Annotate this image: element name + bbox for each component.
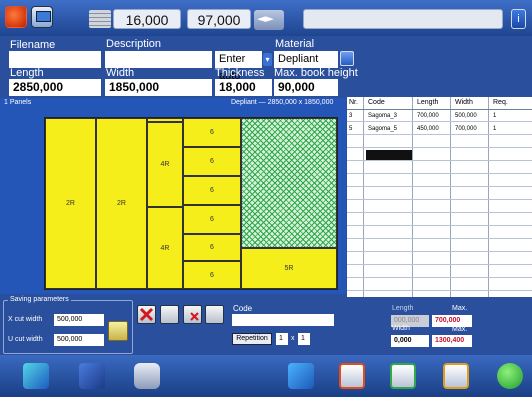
material-pick-icon[interactable] (340, 51, 354, 66)
status-field (303, 9, 503, 29)
exit-icon[interactable] (497, 363, 523, 389)
max-book-height-label: Max. book height (274, 67, 358, 79)
table-cell[interactable]: 1 (491, 123, 496, 135)
description-input[interactable] (105, 51, 212, 68)
piece-6-2[interactable]: 6 (183, 147, 241, 176)
filename-label: Filename (10, 39, 56, 51)
add-panel-icon[interactable] (160, 305, 179, 324)
piece-5r[interactable]: 5R (241, 248, 337, 289)
sheet-layout[interactable]: 2R 2R 4R 4R 6 6 6 6 6 6 5R (44, 117, 338, 290)
material-input[interactable]: Depliant (274, 51, 338, 68)
trash-icon[interactable] (134, 363, 160, 389)
u-cut-width-label: U cut width (8, 336, 43, 343)
red-cross-icon (139, 307, 154, 322)
dims-max-label-2: Max. (452, 326, 468, 333)
description-label: Description (106, 38, 162, 50)
counter-panels: 16,000 (113, 9, 181, 29)
saving-parameters-title: Saving parameters (8, 296, 71, 303)
length-label: Length (10, 67, 44, 79)
code-label: Code (233, 304, 253, 313)
calculate-icon[interactable] (108, 321, 128, 341)
table-header-req[interactable]: Req. (491, 97, 508, 109)
table-header-width[interactable]: Width (453, 97, 473, 109)
saving-parameters-box: Saving parameters X cut width 500,000 U … (3, 296, 133, 354)
piece-6-4[interactable]: 6 (183, 205, 241, 234)
panels-count-label: 1 Panels (4, 99, 32, 106)
width-input[interactable]: 1850,000 (105, 79, 212, 96)
piece-2r-2[interactable]: 2R (96, 118, 147, 289)
table-cell[interactable]: 700,000 (415, 110, 439, 122)
thickness-label: Thickness (215, 67, 265, 79)
width-label: Width (106, 67, 135, 79)
print-layout-icon[interactable] (339, 363, 365, 389)
table-header-nr[interactable]: Nr. (347, 97, 358, 109)
max-book-height-input[interactable]: 90,000 (274, 79, 338, 96)
remove-panel-icon[interactable] (183, 305, 202, 324)
info-icon[interactable]: i (511, 9, 526, 29)
chevron-down-icon[interactable]: ▾ (263, 53, 272, 66)
u-cut-width-input[interactable]: 500,000 (54, 334, 104, 346)
table-cell[interactable]: 450,000 (415, 123, 439, 135)
piece-6-6[interactable]: 6 (183, 261, 241, 289)
enter-auto-select[interactable]: Enter auto (215, 51, 262, 82)
bottom-toolbar (0, 355, 532, 397)
repetition-button[interactable]: Repetition (232, 333, 272, 345)
selected-row-highlight[interactable] (366, 150, 412, 160)
navigate-arrows-icon[interactable] (254, 10, 284, 30)
dims-max-label-1: Max. (452, 305, 468, 312)
waste-area (241, 118, 337, 248)
dims-width-min[interactable]: 0,000 (391, 335, 429, 347)
piece-2r-1[interactable]: 2R (45, 118, 96, 289)
pieces-table: Nr. Code Length Width Req. 3 Sagoma_3 70… (347, 97, 532, 297)
dims-width-label: Width (392, 325, 410, 332)
save-icon[interactable] (79, 363, 105, 389)
x-cut-width-label: X cut width (8, 316, 43, 323)
export-layout-icon[interactable] (390, 363, 416, 389)
length-input[interactable]: 2850,000 (9, 79, 101, 96)
table-cell[interactable]: 5 (347, 123, 352, 135)
filename-input[interactable] (9, 51, 101, 68)
delete-piece-icon[interactable] (137, 305, 156, 324)
optimize-icon[interactable] (288, 363, 314, 389)
repetition-input[interactable]: 1 (276, 333, 288, 345)
piece-4r-1[interactable]: 4R (147, 122, 183, 207)
table-cell[interactable]: 1 (491, 110, 496, 122)
dims-width-max[interactable]: 1300,400 (432, 335, 472, 347)
table-cell[interactable]: 3 (347, 110, 352, 122)
labels-icon[interactable] (443, 363, 469, 389)
times-sign: x (291, 335, 295, 342)
table-header-length[interactable]: Length (415, 97, 438, 109)
red-cross-small-icon (190, 312, 199, 321)
piece-6-3[interactable]: 6 (183, 176, 241, 205)
dims-length-label: Length (392, 305, 414, 312)
times-input[interactable]: 1 (298, 333, 310, 345)
material-label: Material (275, 38, 315, 50)
table-header-code[interactable]: Code (366, 97, 385, 109)
top-toolbar: 16,000 97,000 i (0, 0, 532, 36)
table-cell[interactable]: 700,000 (453, 123, 477, 135)
panel-stack-icon (89, 10, 111, 28)
thickness-input[interactable]: 18,000 (215, 79, 272, 96)
piece-4r-2[interactable]: 4R (147, 207, 183, 289)
table-cell[interactable]: Sagoma_3 (366, 110, 397, 122)
warning-icon[interactable] (5, 6, 27, 28)
table-cell[interactable]: Sagoma_5 (366, 123, 397, 135)
monitor-icon[interactable] (31, 6, 53, 28)
code-input[interactable] (232, 314, 334, 326)
counter-total: 97,000 (187, 9, 251, 29)
piece-6-1[interactable]: 6 (183, 118, 241, 147)
table-cell[interactable]: 500,000 (453, 110, 477, 122)
open-file-icon[interactable] (23, 363, 49, 389)
x-cut-width-input[interactable]: 500,000 (54, 314, 104, 326)
layout-header-info: Depliant — 2850,000 x 1850,000 (231, 99, 334, 106)
piece-6-5[interactable]: 6 (183, 234, 241, 261)
edit-panel-icon[interactable] (205, 305, 224, 324)
